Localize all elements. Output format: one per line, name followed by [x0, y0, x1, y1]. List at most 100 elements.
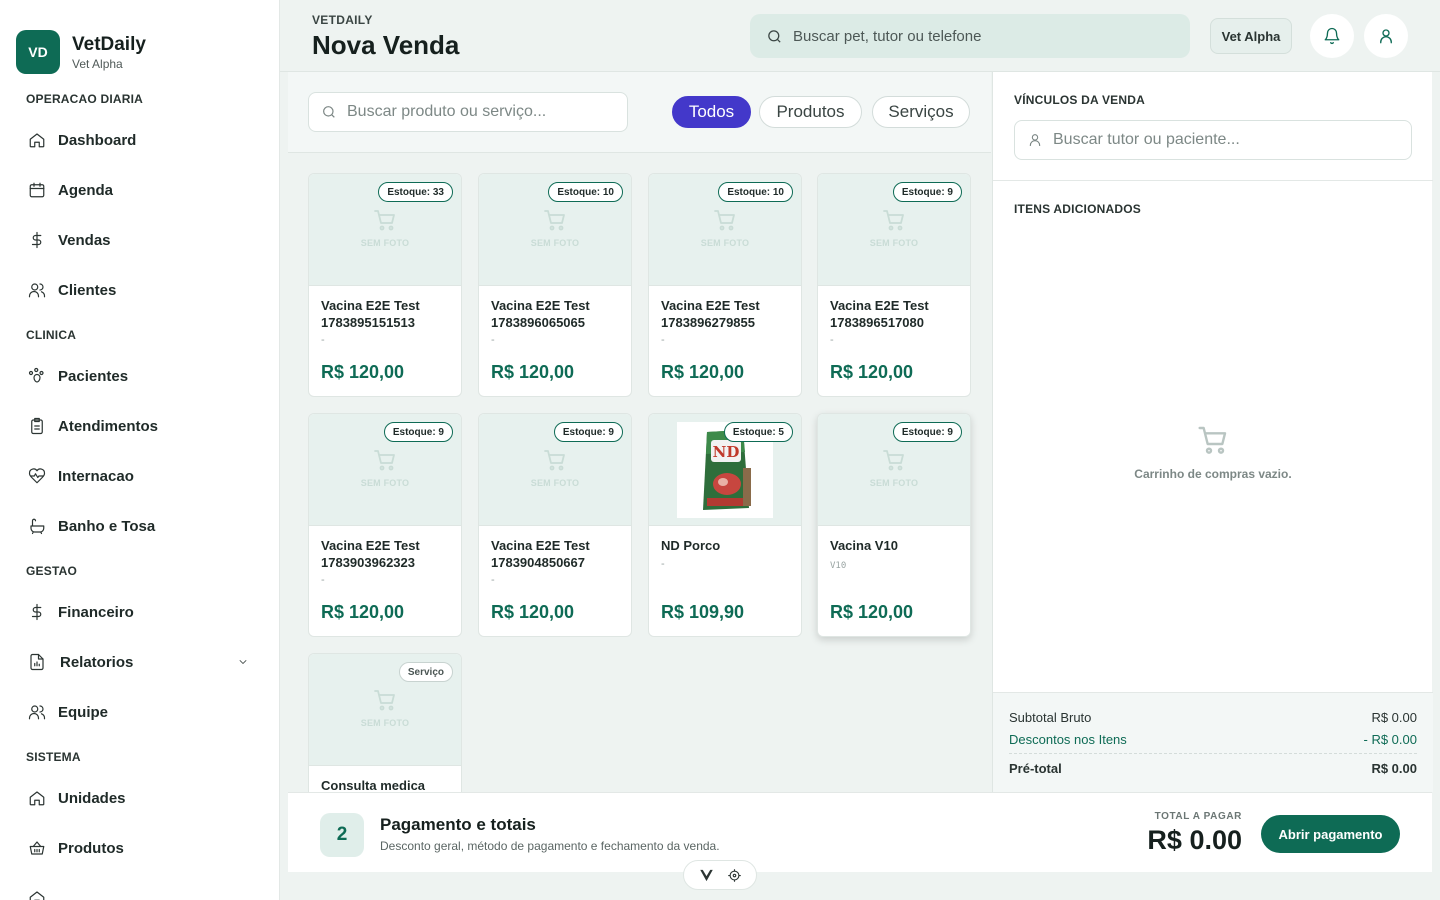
sidebar-item-internacao[interactable]: Internacao [0, 451, 279, 501]
dev-tools-widget[interactable] [683, 860, 757, 890]
users-icon [28, 705, 46, 720]
sidebar-item-label: Financeiro [58, 603, 134, 621]
stock-badge: Estoque: 5 [723, 422, 793, 442]
product-card[interactable]: ND Estoque: 5 ND Porco - R$ 109,90 [648, 413, 802, 637]
product-name: Vacina E2E Test 1783903962323 [321, 538, 420, 570]
cart-icon [1198, 426, 1227, 454]
product-card[interactable]: SEM FOTO Estoque: 9 Vacina E2E Test 1783… [478, 413, 632, 637]
filter-servicos[interactable]: Serviços [872, 96, 970, 128]
no-photo-label: SEM FOTO [530, 238, 580, 248]
product-description: - [491, 574, 495, 586]
target-icon[interactable] [727, 868, 742, 883]
home-icon [29, 891, 45, 900]
sidebar: VD VetDaily Vet Alpha OPERACAO DIARIA Da… [0, 0, 280, 900]
chevron-down-icon[interactable] [237, 656, 249, 668]
sidebar-item-financeiro[interactable]: Financeiro [0, 587, 279, 637]
product-card[interactable]: SEM FOTO Estoque: 10 Vacina E2E Test 178… [478, 173, 632, 397]
product-name: Vacina E2E Test 1783896279855 [661, 298, 760, 330]
sidebar-item-label: Unidades [58, 789, 126, 807]
filter-produtos[interactable]: Produtos [759, 96, 862, 128]
sidebar-item-banho-tosa[interactable]: Banho e Tosa [0, 501, 279, 551]
step-title: Pagamento e totais [380, 815, 536, 834]
brand-subtitle: Vet Alpha [72, 56, 123, 71]
sidebar-item-agenda[interactable]: Agenda [0, 165, 279, 215]
pretotal-row: Pré-total R$ 0.00 [1009, 761, 1417, 776]
empty-cart-state: Carrinho de compras vazio. [993, 424, 1433, 481]
vue-logo-icon[interactable] [699, 868, 714, 883]
stock-badge: Estoque: 9 [892, 422, 962, 442]
open-payment-button[interactable]: Abrir pagamento [1261, 815, 1400, 853]
tutor-search-input[interactable]: Buscar tutor ou paciente... [1014, 120, 1412, 160]
sidebar-item-pacientes[interactable]: Pacientes [0, 351, 279, 401]
product-search-placeholder: Buscar produto ou serviço... [347, 103, 547, 120]
stock-badge: Estoque: 10 [718, 182, 793, 202]
empty-cart-text: Carrinho de compras vazio. [1134, 467, 1292, 481]
product-image-placeholder: SEM FOTO Estoque: 9 [818, 174, 970, 286]
no-photo-label: SEM FOTO [360, 718, 410, 728]
cart-icon [374, 450, 395, 471]
heart-pulse-icon [28, 468, 46, 484]
product-search-input[interactable]: Buscar produto ou serviço... [308, 92, 628, 132]
pretotal-label: Pré-total [1009, 761, 1062, 776]
sidebar-item-label: Vendas [58, 231, 111, 249]
product-price: R$ 120,00 [830, 602, 914, 622]
discount-label: Descontos nos Itens [1009, 732, 1127, 747]
stock-badge: Estoque: 9 [383, 422, 453, 442]
no-photo-label: SEM FOTO [360, 478, 410, 488]
sidebar-item-atendimentos[interactable]: Atendimentos [0, 401, 279, 451]
product-price: R$ 120,00 [321, 602, 405, 622]
product-card[interactable]: SEM FOTO Estoque: 9 Vacina V10 V10 R$ 12… [817, 413, 971, 637]
home-icon [29, 133, 45, 148]
sidebar-item-equipe[interactable]: Equipe [0, 687, 279, 737]
nav-section-gestao: GESTAO [26, 564, 77, 578]
no-photo-label: SEM FOTO [869, 478, 919, 488]
bath-icon [30, 518, 45, 535]
no-photo-label: SEM FOTO [700, 238, 750, 248]
product-description: - [491, 334, 495, 346]
product-name: Vacina V10 [830, 538, 898, 553]
step-number: 2 [320, 813, 364, 857]
no-photo-label: SEM FOTO [869, 238, 919, 248]
product-description: - [321, 334, 325, 346]
stock-badge: Estoque: 9 [553, 422, 623, 442]
calendar-icon [29, 182, 45, 198]
dollar-icon [31, 603, 42, 621]
product-image-placeholder: SEM FOTO Estoque: 9 [309, 414, 461, 526]
sidebar-item-produtos[interactable]: Produtos [0, 823, 279, 873]
sidebar-item-relatorios[interactable]: Relatorios [0, 637, 279, 687]
profile-button[interactable] [1364, 14, 1408, 58]
product-catalog: Buscar produto ou serviço... Todos Produ… [288, 72, 991, 792]
nav-section-sistema: SISTEMA [26, 750, 81, 764]
product-card[interactable]: SEM FOTO Estoque: 10 Vacina E2E Test 178… [648, 173, 802, 397]
bell-icon [1324, 27, 1340, 45]
total-label: TOTAL A PAGAR [1154, 811, 1242, 822]
sidebar-item-label: Produtos [58, 839, 124, 857]
filter-todos[interactable]: Todos [672, 96, 751, 128]
product-description: - [321, 574, 325, 586]
sidebar-item-clientes[interactable]: Clientes [0, 265, 279, 315]
sidebar-item-label: Agenda [58, 181, 114, 199]
sidebar-item-vendas[interactable]: Vendas [0, 215, 279, 265]
users-icon [28, 283, 46, 298]
service-badge: Serviço [398, 662, 453, 682]
sidebar-item-dashboard[interactable]: Dashboard [0, 115, 279, 165]
product-card[interactable]: SEM FOTO Estoque: 9 Vacina E2E Test 1783… [308, 413, 462, 637]
notifications-button[interactable] [1310, 14, 1354, 58]
product-image: ND Estoque: 5 [649, 414, 801, 526]
service-card[interactable]: SEM FOTO Serviço Consulta medica [308, 653, 462, 792]
global-search-input[interactable]: Buscar pet, tutor ou telefone [750, 14, 1190, 58]
product-image-placeholder: SEM FOTO Estoque: 9 [479, 414, 631, 526]
sidebar-item-unidades[interactable]: Unidades [0, 773, 279, 823]
sidebar-item-more[interactable] [0, 873, 279, 900]
cart-icon [544, 450, 565, 471]
sidebar-item-label: Pacientes [58, 367, 129, 385]
stock-badge: Estoque: 33 [378, 182, 453, 202]
subtotal-label: Subtotal Bruto [1009, 710, 1092, 725]
cart-icon [374, 210, 395, 231]
brand[interactable]: VD VetDaily Vet Alpha [0, 0, 279, 82]
product-card[interactable]: SEM FOTO Estoque: 33 Vacina E2E Test 178… [308, 173, 462, 397]
clinic-selector-button[interactable]: Vet Alpha [1210, 18, 1292, 54]
pretotal-value: R$ 0.00 [1371, 761, 1417, 776]
product-description: - [830, 334, 834, 346]
product-card[interactable]: SEM FOTO Estoque: 9 Vacina E2E Test 1783… [817, 173, 971, 397]
